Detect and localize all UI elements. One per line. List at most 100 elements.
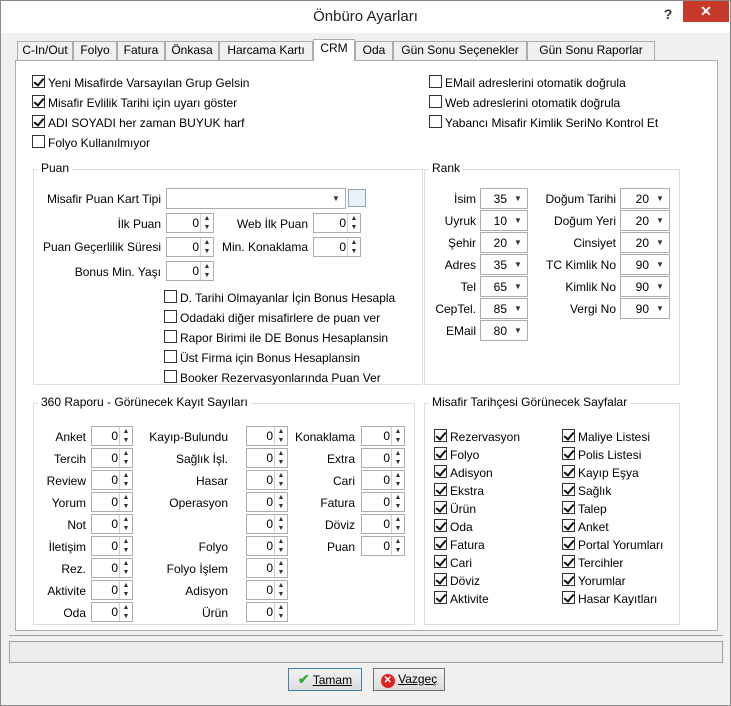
- spin-arrows[interactable]: ▲ ▼: [274, 559, 287, 577]
- spin-arrows[interactable]: ▲ ▼: [347, 238, 360, 256]
- arrow-up-icon[interactable]: ▲: [275, 603, 287, 612]
- checkbox[interactable]: [434, 447, 447, 461]
- checkbox[interactable]: [562, 591, 575, 605]
- spin-input[interactable]: 0 ▲ ▼: [91, 602, 133, 622]
- arrow-down-icon[interactable]: ▼: [120, 524, 132, 533]
- tab-6[interactable]: Oda: [355, 41, 393, 60]
- spin-input[interactable]: 0 ▲ ▼: [246, 558, 288, 578]
- spin-arrows[interactable]: ▲ ▼: [391, 537, 404, 555]
- checkbox-row[interactable]: Yorumlar: [562, 573, 626, 589]
- checkbox[interactable]: [429, 95, 442, 109]
- arrow-up-icon[interactable]: ▲: [392, 493, 404, 502]
- checkbox-row[interactable]: Oda: [434, 519, 473, 535]
- checkbox-row[interactable]: Rapor Birimi ile DE Bonus Hesaplansin: [164, 330, 388, 346]
- spin-input[interactable]: 0 ▲ ▼: [361, 514, 405, 534]
- checkbox-row[interactable]: Ürün: [434, 501, 476, 517]
- checkbox-row[interactable]: Web adreslerini otomatik doğrula: [429, 95, 620, 111]
- arrow-up-icon[interactable]: ▲: [275, 559, 287, 568]
- spin-arrows[interactable]: ▲ ▼: [391, 449, 404, 467]
- checkbox[interactable]: [562, 501, 575, 515]
- close-button[interactable]: ✕: [683, 1, 729, 22]
- rank-select[interactable]: 90 ▼: [620, 254, 670, 275]
- rank-select[interactable]: 90 ▼: [620, 276, 670, 297]
- checkbox-row[interactable]: Yeni Misafirde Varsayılan Grup Gelsin: [32, 75, 249, 91]
- checkbox-row[interactable]: Cari: [434, 555, 472, 571]
- spin-arrows[interactable]: ▲ ▼: [391, 427, 404, 445]
- checkbox-row[interactable]: Kayıp Eşya: [562, 465, 639, 481]
- rank-select[interactable]: 65 ▼: [480, 276, 528, 297]
- spin-input[interactable]: 0 ▲ ▼: [91, 536, 133, 556]
- spin-input[interactable]: 0 ▲ ▼: [361, 470, 405, 490]
- spin-input[interactable]: 0 ▲ ▼: [361, 536, 405, 556]
- rank-select[interactable]: 85 ▼: [480, 298, 528, 319]
- arrow-down-icon[interactable]: ▼: [275, 568, 287, 577]
- help-button[interactable]: ?: [656, 4, 680, 24]
- arrow-up-icon[interactable]: ▲: [348, 214, 360, 223]
- spin-input[interactable]: 0 ▲ ▼: [166, 237, 214, 257]
- cancel-button[interactable]: ✕ Vazgeç: [373, 668, 445, 691]
- checkbox-row[interactable]: Booker Rezervasyonlarında Puan Ver: [164, 370, 381, 386]
- checkbox[interactable]: [562, 555, 575, 569]
- checkbox-row[interactable]: Aktivite: [434, 591, 489, 607]
- checkbox[interactable]: [562, 537, 575, 551]
- rank-select[interactable]: 20 ▼: [620, 188, 670, 209]
- lookup-icon[interactable]: [348, 189, 366, 207]
- checkbox-row[interactable]: Üst Firma için Bonus Hesaplansin: [164, 350, 360, 366]
- checkbox[interactable]: [32, 95, 45, 109]
- arrow-up-icon[interactable]: ▲: [392, 515, 404, 524]
- spin-input[interactable]: 0 ▲ ▼: [313, 237, 361, 257]
- checkbox[interactable]: [434, 483, 447, 497]
- spin-arrows[interactable]: ▲ ▼: [347, 214, 360, 232]
- spin-input[interactable]: 0 ▲ ▼: [91, 448, 133, 468]
- arrow-up-icon[interactable]: ▲: [120, 515, 132, 524]
- checkbox-row[interactable]: Sağlık: [562, 483, 611, 499]
- checkbox-row[interactable]: Folyo Kullanılmıyor: [32, 135, 150, 151]
- rank-select[interactable]: 10 ▼: [480, 210, 528, 231]
- checkbox-row[interactable]: Anket: [562, 519, 609, 535]
- tab-2[interactable]: Fatura: [117, 41, 165, 60]
- checkbox[interactable]: [434, 555, 447, 569]
- rank-select[interactable]: 20 ▼: [620, 232, 670, 253]
- checkbox[interactable]: [32, 115, 45, 129]
- checkbox[interactable]: [434, 573, 447, 587]
- spin-arrows[interactable]: ▲ ▼: [274, 603, 287, 621]
- arrow-up-icon[interactable]: ▲: [392, 471, 404, 480]
- checkbox-row[interactable]: Döviz: [434, 573, 480, 589]
- checkbox-row[interactable]: D. Tarihi Olmayanlar İçin Bonus Hesapla: [164, 290, 395, 306]
- tab-0[interactable]: C-In/Out: [17, 41, 73, 60]
- spin-input[interactable]: 0 ▲ ▼: [166, 213, 214, 233]
- tab-8[interactable]: Gün Sonu Raporlar: [527, 41, 655, 60]
- checkbox-row[interactable]: Polis Listesi: [562, 447, 641, 463]
- tab-7[interactable]: Gün Sonu Seçenekler: [393, 41, 527, 60]
- checkbox-row[interactable]: Tercihler: [562, 555, 623, 571]
- spin-input[interactable]: 0 ▲ ▼: [361, 448, 405, 468]
- spin-arrows[interactable]: ▲ ▼: [274, 581, 287, 599]
- checkbox-row[interactable]: Maliye Listesi: [562, 429, 650, 445]
- spin-arrows[interactable]: ▲ ▼: [391, 515, 404, 533]
- checkbox-row[interactable]: Portal Yorumları: [562, 537, 663, 553]
- arrow-down-icon[interactable]: ▼: [392, 524, 404, 533]
- spin-arrows[interactable]: ▲ ▼: [391, 471, 404, 489]
- spin-arrows[interactable]: ▲ ▼: [119, 515, 132, 533]
- checkbox[interactable]: [32, 75, 45, 89]
- arrow-down-icon[interactable]: ▼: [201, 271, 213, 280]
- spin-input[interactable]: 0 ▲ ▼: [91, 492, 133, 512]
- arrow-up-icon[interactable]: ▲: [392, 537, 404, 546]
- rank-select[interactable]: 80 ▼: [480, 320, 528, 341]
- rank-select[interactable]: 35 ▼: [480, 188, 528, 209]
- rank-select[interactable]: 90 ▼: [620, 298, 670, 319]
- spin-arrows[interactable]: ▲ ▼: [200, 262, 213, 280]
- arrow-up-icon[interactable]: ▲: [348, 238, 360, 247]
- rank-select[interactable]: 20 ▼: [620, 210, 670, 231]
- arrow-down-icon[interactable]: ▼: [392, 546, 404, 555]
- tab-1[interactable]: Folyo: [73, 41, 117, 60]
- spin-input[interactable]: 0 ▲ ▼: [91, 470, 133, 490]
- checkbox-row[interactable]: Hasar Kayıtları: [562, 591, 657, 607]
- arrow-down-icon[interactable]: ▼: [275, 590, 287, 599]
- checkbox[interactable]: [164, 310, 177, 324]
- arrow-down-icon[interactable]: ▼: [392, 436, 404, 445]
- arrow-down-icon[interactable]: ▼: [392, 502, 404, 511]
- checkbox-row[interactable]: Fatura: [434, 537, 485, 553]
- checkbox[interactable]: [164, 330, 177, 344]
- spin-input[interactable]: 0 ▲ ▼: [91, 580, 133, 600]
